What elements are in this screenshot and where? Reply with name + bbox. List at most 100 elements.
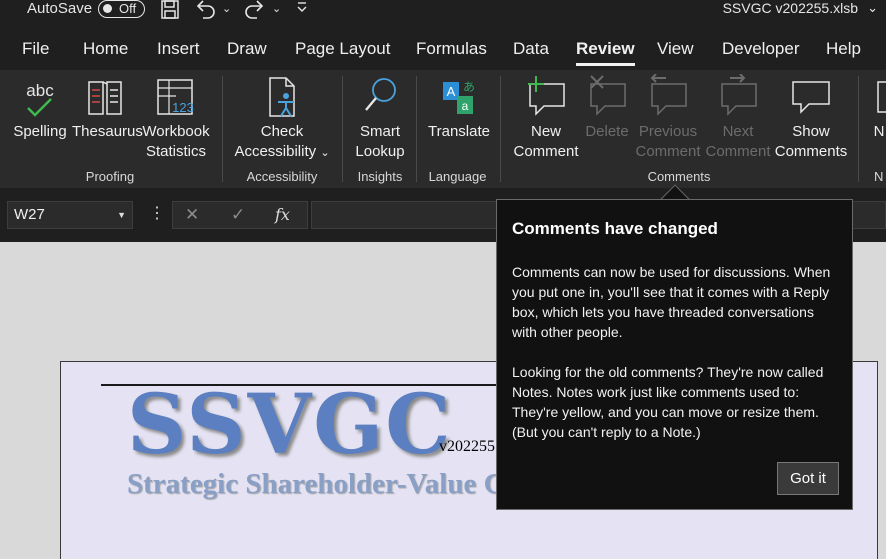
translate-icon: A a あ [424,74,494,120]
undo-dropdown-icon[interactable]: ⌄ [222,0,231,22]
redo-icon[interactable] [243,0,265,22]
notes-icon [872,74,886,120]
formula-buttons: ✕ ✓ fx [172,201,308,229]
previous-comment-line2: Comment [635,143,701,160]
chevron-down-icon[interactable]: ⌄ [867,0,878,16]
ribbon-separator [222,76,223,182]
tagline: Strategic Shareholder-Value G [127,468,507,500]
previous-comment-icon [634,74,702,120]
ssvgc-logo: SSVGC [127,377,453,473]
thesaurus-label: Thesaurus [72,123,143,140]
ribbon: abc Spelling Thesaurus 123 Workbook Stat… [0,70,886,188]
callout-paragraph-1: Comments can now be used for discussions… [512,264,831,340]
tab-draw[interactable]: Draw [227,39,267,59]
next-comment-button[interactable]: Next Comment [704,70,772,162]
document-title: SSVGC v202255.xlsb [722,0,858,16]
ribbon-tabs: File Home Insert Draw Page Layout Formul… [0,30,886,70]
callout-paragraph-2: Looking for the old comments? They're no… [512,364,824,440]
chevron-down-icon: ⌄ [320,147,330,159]
svg-text:123: 123 [172,100,194,115]
smart-lookup-line1: Smart [359,123,400,140]
autosave-label: AutoSave [27,0,93,17]
spelling-icon: abc [10,74,70,120]
tab-file[interactable]: File [22,39,49,59]
svg-text:A: A [447,84,456,99]
svg-text:あ: あ [463,80,475,94]
group-label-notes-partial: N [874,169,884,184]
thesaurus-button[interactable]: Thesaurus [72,70,143,142]
search-icon [350,74,410,120]
enter-icon[interactable]: ✓ [231,205,245,225]
more-options-icon[interactable]: ⋮ [149,205,165,223]
spelling-button[interactable]: abc Spelling [10,70,70,142]
ribbon-separator [342,76,343,182]
tab-insert[interactable]: Insert [157,39,200,59]
show-comments-button[interactable]: Show Comments [772,70,850,162]
title-bar: AutoSave Off ⌄ ⌄ SSVGC v202255.xlsb ⌄ [0,0,886,30]
tab-view[interactable]: View [657,39,694,59]
autosave-toggle[interactable]: Off [98,0,145,18]
ribbon-separator [500,76,501,182]
group-label-accessibility: Accessibility [246,169,318,184]
tab-data[interactable]: Data [513,39,549,59]
new-comment-icon [508,74,584,120]
redo-dropdown-icon[interactable]: ⌄ [272,0,281,22]
next-comment-icon [704,74,772,120]
book-icon [72,74,138,120]
accessibility-icon [230,74,334,120]
new-comment-line1: New [530,123,561,140]
tab-formulas[interactable]: Formulas [416,39,487,59]
group-label-comments: Comments [647,169,711,184]
show-comments-line1: Show [792,123,830,140]
show-comments-icon [772,74,850,120]
save-icon[interactable] [160,0,180,22]
ribbon-separator [416,76,417,182]
workbook-statistics-line2: Statistics [145,143,206,160]
tab-home[interactable]: Home [83,39,128,59]
tab-help[interactable]: Help [826,39,861,59]
comments-changed-callout: Comments have changed Comments can now b… [496,199,853,510]
version-label: v202255 [439,438,495,455]
next-comment-line1: Next [722,123,754,140]
group-label-proofing: Proofing [85,169,135,184]
spelling-label: Spelling [13,123,67,140]
workbook-statistics-icon: 123 [140,74,212,120]
workbook-statistics-line1: Workbook [142,123,210,140]
customize-qat-icon[interactable] [296,0,308,22]
check-accessibility-line2: Accessibility [234,143,317,160]
translate-label: Translate [428,123,490,140]
undo-icon[interactable] [195,0,217,22]
delete-comment-icon [582,74,632,120]
autosave-state: Off [119,1,137,16]
tab-developer[interactable]: Developer [722,39,800,59]
delete-comment-label: Delete [585,123,629,140]
previous-comment-line1: Previous [638,123,698,140]
name-box-value: W27 [14,206,45,223]
delete-comment-button[interactable]: Delete [582,70,632,142]
chevron-down-icon[interactable]: ▼ [117,202,126,228]
insert-function-icon[interactable]: fx [275,205,290,225]
smart-lookup-line2: Lookup [355,143,405,160]
notes-button-partial[interactable]: N [872,70,886,142]
translate-button[interactable]: A a あ Translate [424,70,494,142]
got-it-button[interactable]: Got it [777,462,839,495]
name-box[interactable]: W27 ▼ [7,201,133,229]
group-label-language: Language [428,169,487,184]
tab-review[interactable]: Review [576,39,635,66]
previous-comment-button[interactable]: Previous Comment [634,70,702,162]
check-accessibility-line1: Check [260,123,304,140]
svg-text:abc: abc [26,81,54,100]
callout-title: Comments have changed [512,219,718,238]
svg-text:a: a [462,99,469,113]
cancel-icon[interactable]: ✕ [185,205,199,225]
tab-page-layout[interactable]: Page Layout [295,39,390,59]
check-accessibility-button[interactable]: Check Accessibility ⌄ [230,70,334,163]
toggle-knob [103,4,112,13]
show-comments-line2: Comments [774,143,848,160]
new-comment-button[interactable]: New Comment [508,70,584,162]
smart-lookup-button[interactable]: Smart Lookup [350,70,410,162]
ribbon-separator [858,76,859,182]
workbook-statistics-button[interactable]: 123 Workbook Statistics [140,70,212,162]
next-comment-line2: Comment [705,143,771,160]
new-comment-line2: Comment [513,143,579,160]
